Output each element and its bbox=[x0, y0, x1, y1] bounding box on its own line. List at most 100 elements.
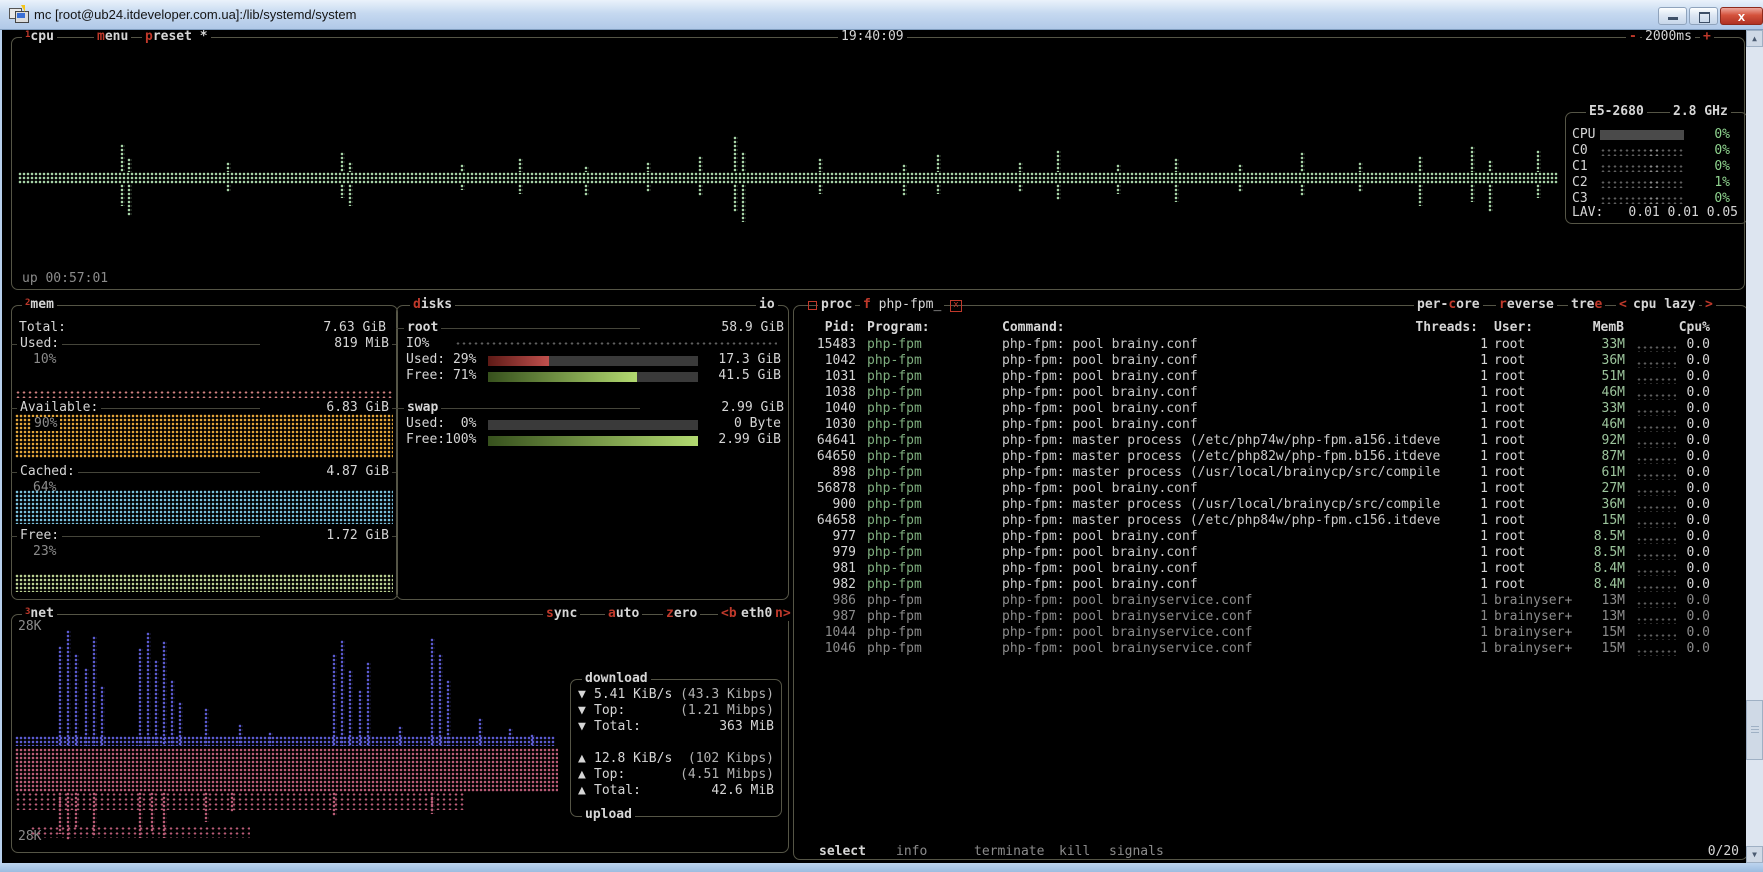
minimize-button[interactable] bbox=[1658, 7, 1687, 25]
process-program: php-fpm bbox=[867, 642, 922, 656]
upload-stat-label: Total: bbox=[594, 784, 641, 798]
process-row[interactable]: 15483php-fpmphp-fpm: pool brainy.conf1ro… bbox=[793, 337, 1744, 353]
process-row[interactable]: 64658php-fpmphp-fpm: master process (/et… bbox=[793, 513, 1744, 529]
process-pid: 1044 bbox=[796, 626, 856, 640]
net-interface-prev-button[interactable]: <b bbox=[718, 607, 740, 621]
update-interval: 2000ms bbox=[1642, 30, 1695, 44]
process-program: php-fpm bbox=[867, 354, 922, 368]
per-core-toggle[interactable]: per-core bbox=[1414, 298, 1483, 312]
process-threads: 1 bbox=[1380, 626, 1488, 640]
cpu-graph-spike bbox=[1056, 184, 1061, 200]
process-command: php-fpm: pool brainy.conf bbox=[1002, 578, 1198, 592]
cpu-graph-spike bbox=[1488, 160, 1493, 172]
kill-button[interactable]: kill bbox=[1056, 845, 1093, 859]
process-program: php-fpm bbox=[867, 466, 922, 480]
cpu-graph-spike bbox=[1300, 184, 1305, 196]
process-threads: 1 bbox=[1380, 546, 1488, 560]
process-pid: 1040 bbox=[796, 402, 856, 416]
interval-decrease-button[interactable]: - bbox=[1626, 30, 1640, 44]
scrollbar-thumb[interactable] bbox=[1746, 700, 1763, 760]
column-header-program[interactable]: Program: bbox=[867, 321, 930, 335]
terminate-button[interactable]: terminate bbox=[971, 845, 1047, 859]
sort-prev-button[interactable]: < bbox=[1616, 298, 1630, 312]
window-titlebar[interactable]: mc [root@ub24.itdeveloper.com.ua]:/lib/s… bbox=[0, 0, 1763, 30]
disk-swap-used-label: Used: 0% bbox=[406, 417, 476, 431]
io-toggle-button[interactable]: io bbox=[756, 298, 778, 312]
mem-available-graph bbox=[15, 414, 393, 458]
load-average-value: 0.01 0.01 0.05 bbox=[1620, 206, 1738, 220]
signals-button[interactable]: signals bbox=[1106, 845, 1167, 859]
net-interface-next-button[interactable]: n> bbox=[772, 607, 794, 621]
filter-clear-icon[interactable]: x bbox=[950, 300, 962, 312]
scrollbar[interactable]: ▲ ▼ bbox=[1746, 30, 1763, 863]
process-row[interactable]: 981php-fpmphp-fpm: pool brainy.conf1root… bbox=[793, 561, 1744, 577]
cpu-graph-spike bbox=[646, 162, 651, 172]
process-row[interactable]: 1044php-fpmphp-fpm: pool brainyservice.c… bbox=[793, 625, 1744, 641]
proc-filter-input[interactable]: f php-fpm_ bbox=[860, 298, 944, 312]
mem-box-title: 2mem bbox=[22, 298, 57, 312]
process-program: php-fpm bbox=[867, 386, 922, 400]
net-upload-mid-graph bbox=[15, 792, 465, 810]
net-zero-button[interactable]: zero bbox=[663, 607, 700, 621]
upload-stat-label: Top: bbox=[594, 768, 625, 782]
process-row[interactable]: 64641php-fpmphp-fpm: master process (/et… bbox=[793, 433, 1744, 449]
cpu-graph-spike bbox=[1536, 150, 1541, 172]
close-button[interactable]: x bbox=[1720, 7, 1763, 25]
process-cpu: 0.0 bbox=[1660, 546, 1710, 560]
sort-next-button[interactable]: > bbox=[1702, 298, 1716, 312]
cpu-graph-spike bbox=[340, 152, 345, 172]
process-row[interactable]: 986php-fpmphp-fpm: pool brainyservice.co… bbox=[793, 593, 1744, 609]
process-row[interactable]: 900php-fpmphp-fpm: master process (/usr/… bbox=[793, 497, 1744, 513]
scrollbar-up-icon[interactable]: ▲ bbox=[1746, 30, 1763, 47]
process-row[interactable]: 1031php-fpmphp-fpm: pool brainy.conf1roo… bbox=[793, 369, 1744, 385]
select-button[interactable]: select bbox=[816, 845, 869, 859]
net-auto-button[interactable]: auto bbox=[605, 607, 642, 621]
cpu-graph-spike bbox=[741, 184, 746, 222]
process-row[interactable]: 1046php-fpmphp-fpm: pool brainyservice.c… bbox=[793, 641, 1744, 657]
process-row[interactable]: 898php-fpmphp-fpm: master process (/usr/… bbox=[793, 465, 1744, 481]
column-header-pid[interactable]: Pid: bbox=[796, 321, 856, 335]
mem-used-graph bbox=[15, 390, 393, 398]
cpu-graph-spike bbox=[1238, 184, 1243, 192]
column-header-user[interactable]: User: bbox=[1494, 321, 1533, 335]
process-row[interactable]: 1042php-fpmphp-fpm: pool brainy.conf1roo… bbox=[793, 353, 1744, 369]
cpu-graph-spike bbox=[1358, 184, 1363, 192]
process-row[interactable]: 977php-fpmphp-fpm: pool brainy.conf1root… bbox=[793, 529, 1744, 545]
net-download-spike bbox=[446, 680, 451, 746]
process-row[interactable]: 982php-fpmphp-fpm: pool brainy.conf1root… bbox=[793, 577, 1744, 593]
process-row[interactable]: 64650php-fpmphp-fpm: master process (/et… bbox=[793, 449, 1744, 465]
column-header-threads[interactable]: Threads: bbox=[1370, 321, 1478, 335]
process-threads: 1 bbox=[1380, 338, 1488, 352]
process-pid: 981 bbox=[796, 562, 856, 576]
scrollbar-down-icon[interactable]: ▼ bbox=[1746, 846, 1763, 863]
net-sync-button[interactable]: sync bbox=[543, 607, 580, 621]
menu-button[interactable]: menu bbox=[94, 30, 131, 44]
mem-used-value: 819 MiB bbox=[260, 337, 392, 351]
process-row[interactable]: 1030php-fpmphp-fpm: pool brainy.conf1roo… bbox=[793, 417, 1744, 433]
cpu-graph-spike bbox=[348, 162, 353, 172]
tree-toggle[interactable]: tree bbox=[1568, 298, 1605, 312]
cpu-model: E5-2680 bbox=[1586, 105, 1647, 119]
column-header-command[interactable]: Command: bbox=[1002, 321, 1065, 335]
column-header-cpu[interactable]: Cpu% bbox=[1660, 321, 1710, 335]
cpu-graph-spike bbox=[733, 184, 738, 212]
maximize-button[interactable] bbox=[1689, 7, 1718, 25]
process-cpu: 0.0 bbox=[1660, 370, 1710, 384]
reverse-toggle[interactable]: reverse bbox=[1496, 298, 1557, 312]
process-row[interactable]: 1040php-fpmphp-fpm: pool brainy.conf1roo… bbox=[793, 401, 1744, 417]
preset-button[interactable]: preset * bbox=[142, 30, 211, 44]
info-button[interactable]: info bbox=[893, 845, 930, 859]
process-row[interactable]: 56878php-fpmphp-fpm: pool brainy.conf1ro… bbox=[793, 481, 1744, 497]
cpu-graph-spike bbox=[936, 154, 941, 172]
interval-increase-button[interactable]: + bbox=[1700, 30, 1714, 44]
putty-app-icon[interactable] bbox=[9, 6, 29, 23]
process-user: root bbox=[1494, 498, 1525, 512]
process-row[interactable]: 1038php-fpmphp-fpm: pool brainy.conf1roo… bbox=[793, 385, 1744, 401]
column-header-memb[interactable]: MemB bbox=[1560, 321, 1624, 335]
process-row[interactable]: 987php-fpmphp-fpm: pool brainyservice.co… bbox=[793, 609, 1744, 625]
process-command: php-fpm: pool brainy.conf bbox=[1002, 562, 1198, 576]
disk-root-io-graph bbox=[455, 341, 777, 347]
disk-swap-free-label: Free:100% bbox=[406, 433, 476, 447]
process-user: root bbox=[1494, 514, 1525, 528]
process-row[interactable]: 979php-fpmphp-fpm: pool brainy.conf1root… bbox=[793, 545, 1744, 561]
